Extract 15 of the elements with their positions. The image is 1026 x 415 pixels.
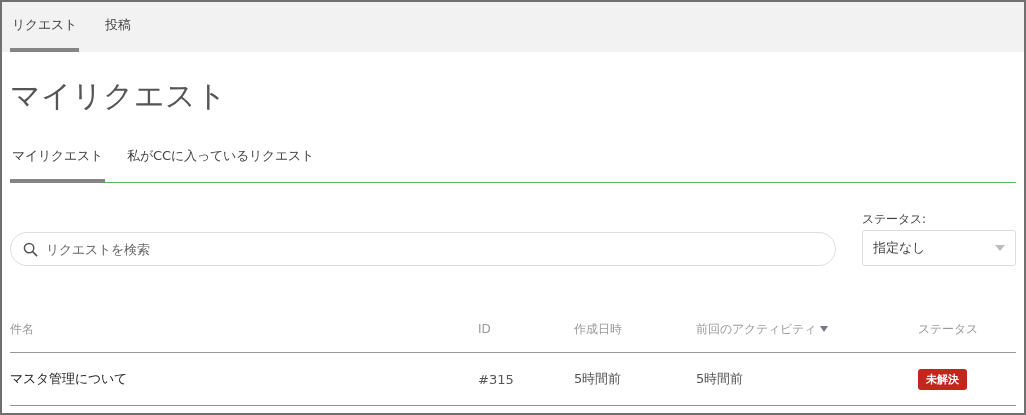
table-cell-text: #315 xyxy=(478,371,515,387)
caret-icon xyxy=(995,245,1005,251)
page-title: マイリクエスト xyxy=(10,77,228,115)
status-badge: 未解決 xyxy=(918,368,967,390)
nav-tab[interactable]: 投稿 xyxy=(103,2,133,52)
tab[interactable]: 私がCCに入っているリクエスト xyxy=(125,147,317,183)
status-dropdown[interactable]: 指定なし xyxy=(862,230,1016,266)
table-cell-text: 5時間前 xyxy=(696,370,745,388)
search-icon xyxy=(23,242,38,257)
table-cell-text: マスタ管理について xyxy=(10,370,128,388)
field-label: ステータス: xyxy=(862,211,928,228)
table-cell-text: 5時間前 xyxy=(574,370,623,388)
tab[interactable]: マイリクエスト xyxy=(10,147,105,183)
search-field[interactable]: リクエストを検索 xyxy=(10,232,836,266)
nav-tab[interactable]: リクエスト xyxy=(10,2,79,52)
